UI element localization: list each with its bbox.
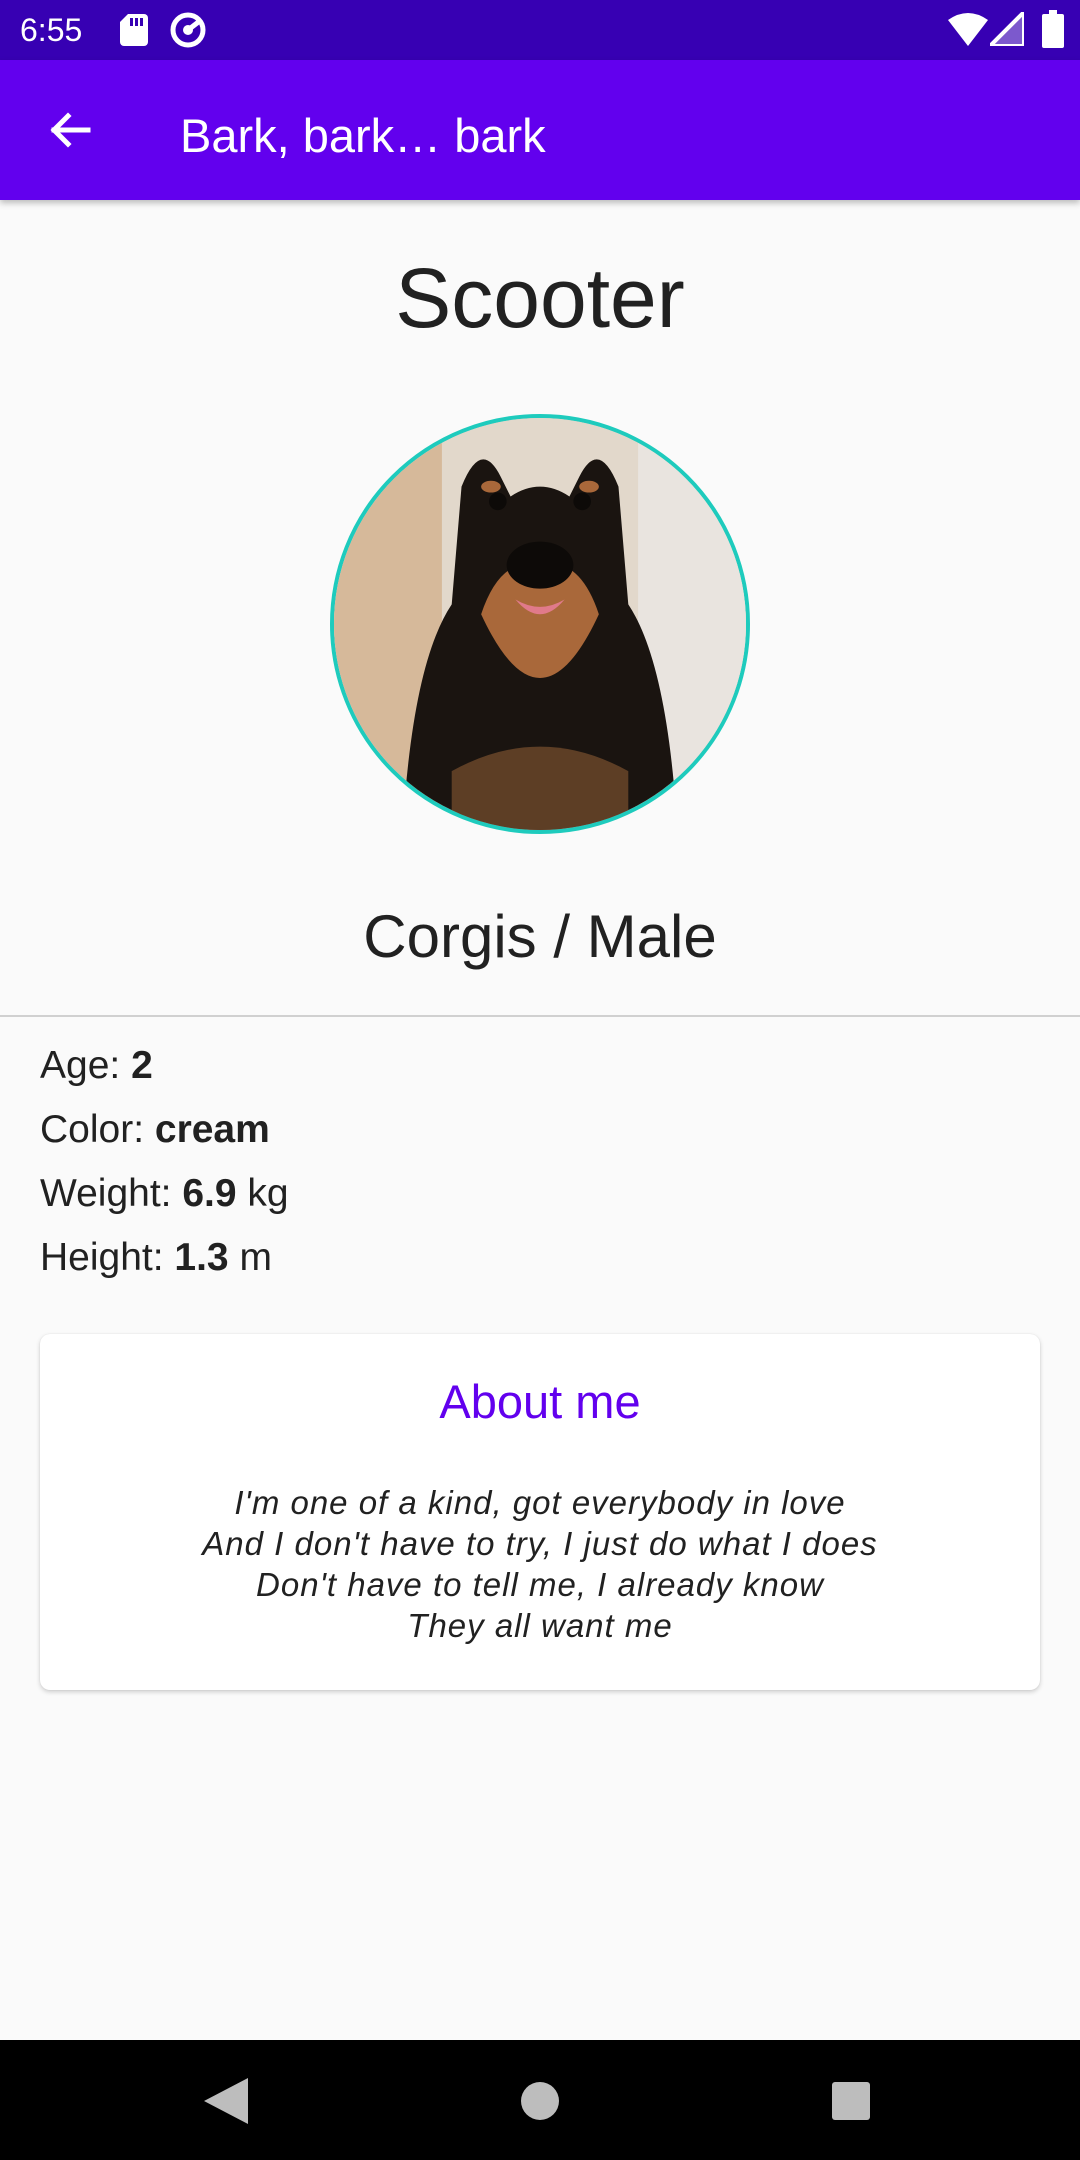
status-bar: 6:55 [0, 0, 1080, 60]
sync-icon [170, 12, 206, 48]
arrow-left-icon [50, 112, 91, 148]
about-line: They all want me [407, 1607, 673, 1644]
weight-value: 6.9 [182, 1172, 237, 1215]
nav-back-icon[interactable] [204, 2078, 248, 2124]
about-text: I'm one of a kind, got everybody in love… [40, 1482, 1040, 1646]
navigation-bar [0, 2040, 1080, 2160]
attribute-age: Age: 2 [40, 1042, 153, 1090]
height-unit: m [228, 1236, 272, 1279]
back-button[interactable] [36, 96, 104, 164]
attribute-weight: Weight: 6.9 kg [40, 1170, 289, 1218]
dog-photo [330, 414, 750, 834]
color-value: cream [154, 1108, 270, 1151]
battery-icon [1042, 10, 1064, 48]
about-line: And I don't have to try, I just do what … [202, 1525, 878, 1562]
about-card: About me I'm one of a kind, got everybod… [40, 1334, 1040, 1690]
app-bar-title: Bark, bark… bark [180, 109, 546, 162]
dog-name: Scooter [395, 251, 685, 345]
weight-unit: kg [236, 1172, 289, 1215]
age-label: Age: [40, 1044, 132, 1087]
age-value: 2 [131, 1044, 153, 1087]
nav-recents-icon[interactable] [832, 2082, 870, 2120]
nav-home-icon[interactable] [521, 2082, 559, 2120]
about-line: Don't have to tell me, I already know [256, 1566, 824, 1603]
breed-sex: Corgis / Male [363, 903, 717, 970]
weight-label: Weight: [40, 1172, 183, 1215]
attribute-height: Height: 1.3 m [40, 1234, 272, 1282]
status-time: 6:55 [20, 12, 83, 48]
attribute-color: Color: cream [40, 1106, 270, 1154]
color-label: Color: [40, 1108, 155, 1151]
about-title: About me [439, 1375, 641, 1428]
app-bar: Bark, bark… bark [0, 60, 1080, 200]
height-label: Height: [40, 1236, 175, 1279]
height-value: 1.3 [174, 1236, 229, 1279]
about-line: I'm one of a kind, got everybody in love [234, 1484, 846, 1521]
divider [0, 1015, 1080, 1017]
signal-icon [990, 12, 1024, 46]
wifi-icon [948, 13, 988, 46]
sd-card-icon [120, 14, 148, 46]
